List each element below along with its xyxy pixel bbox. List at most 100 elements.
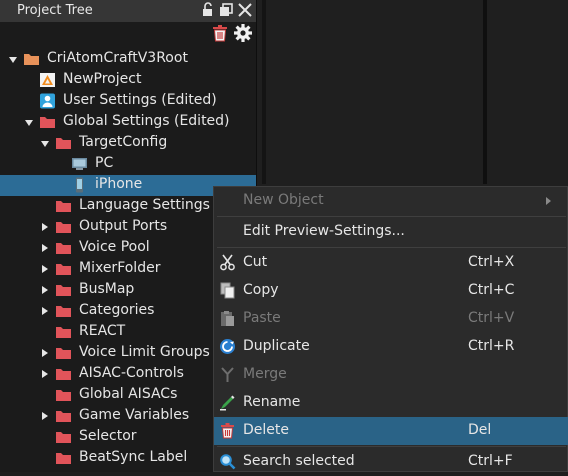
tree-item[interactable]: User Settings (Edited) <box>0 91 256 112</box>
menu-item-shortcut: Ctrl+F <box>468 453 513 469</box>
folder-red-icon <box>55 219 72 235</box>
folder-red-icon <box>55 387 72 403</box>
folder-red-icon <box>39 114 56 130</box>
menu-item-label: Paste <box>243 310 281 326</box>
collapse-arrow-icon[interactable] <box>41 141 49 147</box>
folder-red-icon <box>55 303 72 319</box>
tree-item-label: Selector <box>79 428 137 444</box>
menu-item-cut[interactable]: Cut Ctrl+X <box>214 249 568 277</box>
folder-red-icon <box>55 366 72 382</box>
tree-item-label: Global AISACs <box>79 386 178 402</box>
scissors-icon <box>219 254 236 271</box>
tree-item-label: Language Settings <box>79 197 210 213</box>
tree-item-label: PC <box>95 155 114 171</box>
pc-icon <box>71 156 88 172</box>
tree-item[interactable]: Global Settings (Edited) <box>0 112 256 133</box>
tree-item-label: BusMap <box>79 281 135 297</box>
menu-item-duplicate[interactable]: Duplicate Ctrl+R <box>214 333 568 361</box>
copy-icon <box>219 282 236 299</box>
expand-arrow-icon[interactable] <box>42 349 48 357</box>
menu-item-label: Delete <box>243 422 289 438</box>
folder-red-icon <box>55 408 72 424</box>
menu-item-label: Rename <box>243 394 301 410</box>
tree-item-label: User Settings (Edited) <box>63 92 217 108</box>
project-icon <box>39 72 56 88</box>
tree-item-label: NewProject <box>63 71 142 87</box>
tree-item-label: BeatSync Label <box>79 449 188 465</box>
context-menu: New Object Edit Preview-Settings... Cut Ctr… <box>213 186 568 472</box>
float-window-icon[interactable] <box>218 2 234 18</box>
tree-item[interactable]: TargetConfig <box>0 133 256 154</box>
tree-item-label: Voice Pool <box>79 239 150 255</box>
expand-arrow-icon[interactable] <box>42 286 48 294</box>
phone-icon <box>71 177 88 193</box>
collapse-arrow-icon[interactable] <box>9 57 17 63</box>
tree-item-label: MixerFolder <box>79 260 161 276</box>
menu-item-label: Copy <box>243 282 279 298</box>
folder-red-icon <box>55 282 72 298</box>
menu-item-copy[interactable]: Copy Ctrl+C <box>214 277 568 305</box>
lock-icon[interactable] <box>199 2 215 18</box>
user-settings-icon <box>39 93 56 109</box>
tree-item-label: Voice Limit Groups <box>79 344 210 360</box>
tree-item[interactable]: PC <box>0 154 256 175</box>
folder-red-icon <box>55 450 72 466</box>
tree-toolbar <box>0 22 256 46</box>
menu-item-label: Search selected <box>243 453 355 469</box>
folder-red-icon <box>55 240 72 256</box>
paste-icon <box>219 310 236 327</box>
tree-item-label: Categories <box>79 302 155 318</box>
folder-red-icon <box>55 198 72 214</box>
search-icon <box>219 453 236 470</box>
menu-item-new-object[interactable]: New Object <box>214 187 568 215</box>
tree-item-label: AISAC-Controls <box>79 365 184 381</box>
menu-item-rename[interactable]: Rename <box>214 389 568 417</box>
close-icon[interactable] <box>237 2 253 18</box>
expand-arrow-icon[interactable] <box>42 370 48 378</box>
tree-item-label: TargetConfig <box>79 134 168 150</box>
menu-item-label: Edit Preview-Settings... <box>243 223 405 239</box>
menu-item-shortcut: Ctrl+C <box>468 282 515 298</box>
expand-arrow-icon[interactable] <box>42 244 48 252</box>
menu-item-label: Duplicate <box>243 338 310 354</box>
menu-item-shortcut: Ctrl+X <box>468 254 515 270</box>
splitter[interactable] <box>262 0 266 184</box>
folder-red-icon <box>55 135 72 151</box>
tree-item-label: iPhone <box>95 176 143 192</box>
tree-item-label: REACT <box>79 323 126 339</box>
folder-red-icon <box>55 345 72 361</box>
duplicate-icon <box>219 338 236 355</box>
tree-item-label: Output Ports <box>79 218 168 234</box>
tree-item[interactable]: CriAtomCraftV3Root <box>0 49 256 70</box>
folder-red-icon <box>55 324 72 340</box>
panel-title: Project Tree <box>17 3 93 18</box>
trash-icon <box>219 422 236 439</box>
expand-arrow-icon[interactable] <box>42 412 48 420</box>
menu-item-paste[interactable]: Paste Ctrl+V <box>214 305 568 333</box>
menu-item-shortcut: Ctrl+V <box>468 310 515 326</box>
menu-item-edit-preview-settings[interactable]: Edit Preview-Settings... <box>214 218 568 246</box>
expand-arrow-icon[interactable] <box>42 307 48 315</box>
menu-item-label: Cut <box>243 254 268 270</box>
expand-arrow-icon[interactable] <box>42 223 48 231</box>
expand-arrow-icon[interactable] <box>42 265 48 273</box>
menu-separator <box>217 247 566 248</box>
tree-item-label: Game Variables <box>79 407 190 423</box>
tree-item-label: CriAtomCraftV3Root <box>47 50 188 66</box>
merge-icon <box>219 366 236 383</box>
menu-item-label: New Object <box>243 192 324 208</box>
menu-item-shortcut: Ctrl+R <box>468 338 515 354</box>
menu-item-delete[interactable]: Delete Del <box>214 417 568 445</box>
menu-item-merge[interactable]: Merge <box>214 361 568 389</box>
folder-orange-icon <box>23 51 40 67</box>
tree-item[interactable]: NewProject <box>0 70 256 91</box>
menu-item-shortcut: Del <box>468 422 492 438</box>
collapse-arrow-icon[interactable] <box>25 120 33 126</box>
gear-icon[interactable] <box>233 23 253 43</box>
menu-item-label: Merge <box>243 366 287 382</box>
folder-red-icon <box>55 261 72 277</box>
splitter[interactable] <box>483 0 487 184</box>
submenu-arrow-icon <box>546 197 551 205</box>
menu-separator <box>217 446 566 447</box>
trash-icon[interactable] <box>210 23 230 43</box>
